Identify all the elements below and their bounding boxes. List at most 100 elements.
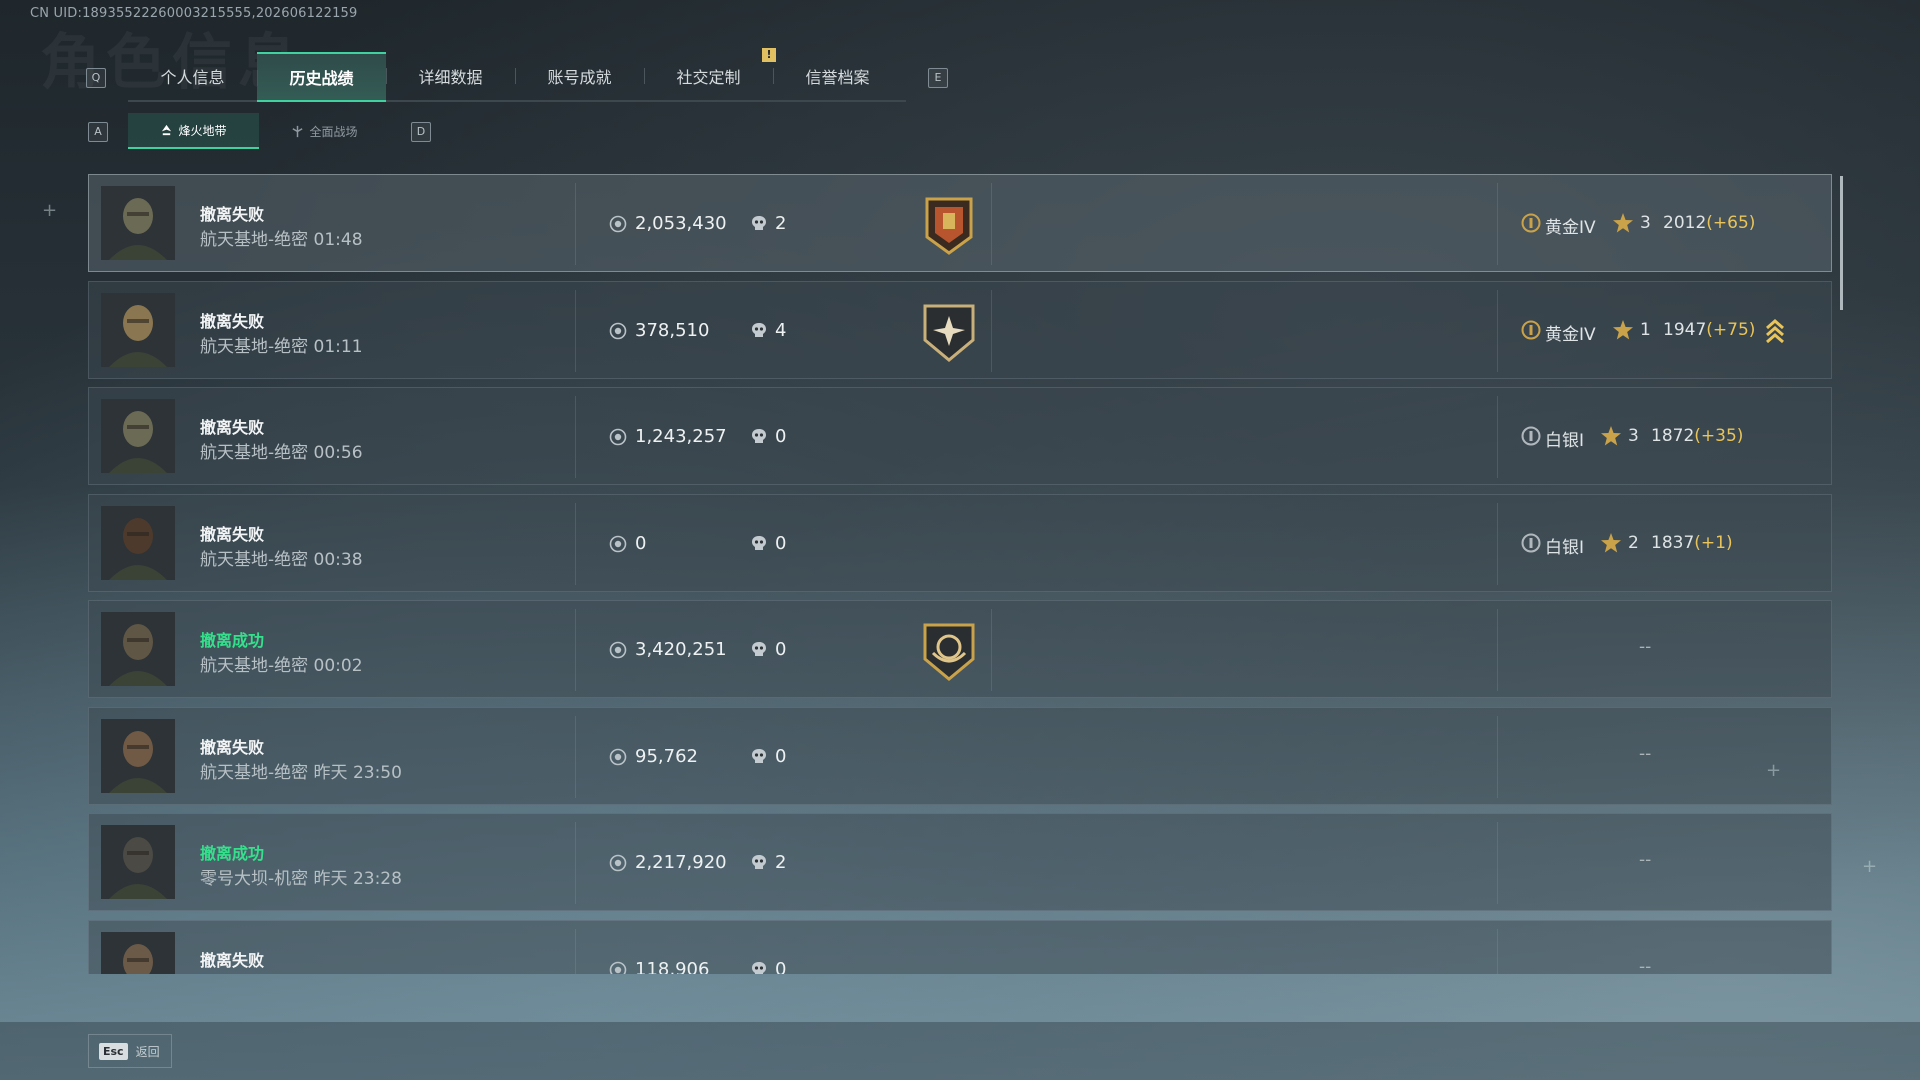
score-value: 1947	[1663, 319, 1707, 340]
player-uid: CN UID:189355222600032155​55,20260612215…	[30, 6, 358, 21]
subtab-full-battlefield[interactable]: 全面战场	[259, 113, 390, 149]
divider	[575, 609, 576, 691]
skull-kills-icon	[752, 322, 766, 337]
scrollbar[interactable]	[1840, 176, 1843, 310]
next-subtab-key[interactable]: D	[411, 122, 431, 142]
rank-stars: 1	[1640, 319, 1651, 340]
operator-avatar	[101, 825, 175, 899]
rank-name: 白银I	[1545, 537, 1585, 558]
divider	[1497, 183, 1498, 265]
back-button[interactable]: Esc 返回	[88, 1034, 172, 1068]
match-row[interactable]: 撤离成功 零号大坝-机密 昨天 23:28 2,217,920 2 --	[88, 813, 1832, 911]
operator-avatar	[101, 718, 175, 793]
value-extracted: 95,762	[635, 745, 698, 767]
operator-avatar	[101, 612, 175, 686]
match-row[interactable]: 撤离失败零号大坝-机密 昨天 23:01 118,906 0 --	[88, 919, 1832, 975]
tab-reputation-profile[interactable]: 信誉档案	[773, 52, 902, 100]
match-row[interactable]: 撤离失败 航天基地-绝密 01:11 378,510 4 黄金IV 1 1947(+75)	[88, 280, 1832, 379]
currency-icon	[609, 535, 627, 552]
match-row[interactable]: 撤离失败 航天基地-绝密 00:38 0 0 白银I 2 1837(+1)	[88, 493, 1832, 592]
operator-avatar	[101, 505, 175, 580]
rank-stars: 3	[1640, 213, 1651, 233]
value-extracted: 2,053,430	[635, 213, 727, 234]
divider	[575, 289, 576, 372]
currency-icon	[609, 322, 627, 339]
divider	[1497, 396, 1498, 478]
tab-match-history[interactable]: 历史战绩	[257, 52, 386, 102]
map-and-time: 航天基地-绝密 00:56	[200, 443, 363, 463]
divider	[575, 928, 576, 974]
rank-name: 黄金IV	[1545, 324, 1596, 345]
match-row[interactable]: 撤离成功 航天基地-绝密 00:02 3,420,251 0 --	[88, 600, 1832, 698]
map-and-time: 航天基地-绝密 00:38	[200, 549, 363, 570]
score-delta: (+75)	[1706, 319, 1756, 340]
match-row[interactable]: 撤离失败 航天基地-绝密 01:48 2,053,430 2 黄金IV 3 2012(+65…	[88, 174, 1832, 272]
rank-star-icon	[1613, 213, 1633, 233]
skull-kills-icon	[752, 535, 766, 550]
subtab-warfire-zone[interactable]: 烽火地带	[128, 113, 259, 149]
operator-avatar	[101, 186, 175, 260]
score-delta: (+1)	[1694, 532, 1733, 553]
rank-empty: --	[1639, 637, 1652, 657]
tab-personal-info[interactable]: 个人信息	[128, 52, 257, 100]
extraction-status: 撤离失败	[200, 737, 265, 757]
operator-avatar	[101, 292, 175, 367]
divider	[1497, 502, 1498, 585]
match-history-list[interactable]: 撤离失败 航天基地-绝密 01:48 2,053,430 2 黄金IV 3 2012(+65…	[88, 174, 1832, 974]
kill-count: 0	[775, 958, 787, 975]
next-tab-key[interactable]: E	[928, 68, 948, 88]
score-value: 2012	[1663, 213, 1707, 233]
esc-key: Esc	[99, 1042, 128, 1060]
match-row[interactable]: 撤离失败 航天基地-绝密 00:56 1,243,257 0 白银I 3 1872(+35)	[88, 387, 1832, 485]
skull-kills-icon	[752, 642, 766, 656]
rank-star-icon	[1601, 426, 1621, 446]
rank-score: 1872(+35)	[1651, 426, 1743, 446]
extraction-status: 撤离失败	[200, 205, 265, 224]
map-and-time: 航天基地-绝密 01:11	[200, 336, 363, 357]
value-extracted: 118,906	[635, 958, 710, 975]
rank-score: 1947(+75)	[1663, 320, 1755, 340]
match-row[interactable]: 撤离失败 航天基地-绝密 昨天 23:50 95,762 0 --	[88, 706, 1832, 805]
back-label: 返回	[135, 1044, 160, 1059]
subtab-label: 全面战场	[309, 124, 358, 139]
score-delta: (+65)	[1706, 213, 1756, 233]
rank-score: 1837(+1)	[1651, 533, 1733, 553]
extraction-status: 撤离失败	[200, 950, 265, 970]
divider	[1497, 609, 1498, 691]
wing-shield-medal-icon	[923, 623, 975, 681]
kill-count: 2	[775, 213, 787, 234]
score-value: 1872	[1651, 426, 1695, 446]
rank-tier-icon	[1521, 320, 1541, 339]
extraction-status: 撤离成功	[200, 631, 265, 650]
rank-star-icon	[1601, 532, 1621, 552]
rank-score: 2012(+65)	[1663, 213, 1755, 233]
currency-icon	[609, 215, 627, 233]
divider	[1497, 822, 1498, 904]
extraction-status: 撤离成功	[200, 844, 265, 863]
tab-social-customization[interactable]: 社交定制	[644, 52, 773, 100]
value-extracted: 2,217,920	[635, 852, 727, 873]
currency-icon	[609, 961, 627, 974]
map-and-time: 零号大坝-机密 昨天 23:28	[200, 869, 402, 889]
divider	[1497, 715, 1498, 798]
divider	[991, 609, 992, 691]
map-and-time: 航天基地-绝密 01:48	[200, 230, 363, 250]
tab-account-achievements[interactable]: 账号成就	[515, 52, 644, 100]
decor-cross: +	[1766, 760, 1782, 781]
tab-detailed-data[interactable]: 详细数据	[386, 52, 515, 100]
skull-kills-icon	[752, 748, 766, 763]
prev-tab-key[interactable]: Q	[86, 68, 106, 88]
rank-star-icon	[1613, 319, 1633, 339]
rank-stars: 2	[1628, 532, 1639, 553]
kill-count: 0	[775, 532, 787, 554]
prev-subtab-key[interactable]: A	[88, 122, 108, 142]
bottom-bar	[0, 1022, 1920, 1080]
rank-name: 白银I	[1545, 431, 1585, 451]
extraction-status: 撤离失败	[200, 418, 265, 437]
promotion-chevron-icon	[1766, 318, 1784, 343]
full-battlefield-icon	[292, 125, 304, 137]
main-tabs: 个人信息 历史战绩 详细数据 账号成就 社交定制 信誉档案	[128, 52, 906, 102]
rank-empty: --	[1639, 956, 1652, 975]
divider	[991, 289, 992, 372]
rank-empty: --	[1639, 850, 1652, 870]
